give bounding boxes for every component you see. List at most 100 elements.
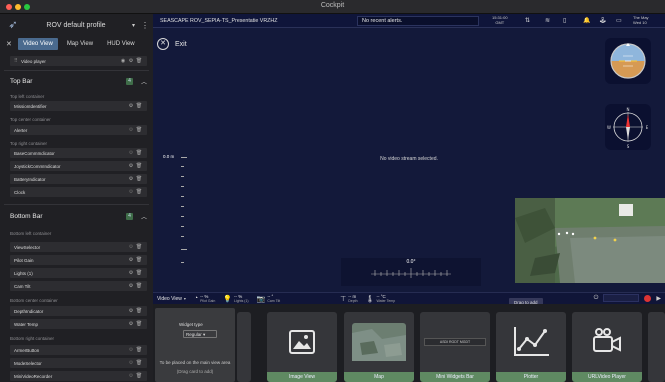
chevron-down-icon[interactable]: ▾: [184, 296, 186, 301]
add-widget-badge[interactable]: 4: [125, 77, 133, 85]
gear-icon[interactable]: ⚙: [127, 270, 135, 276]
list-item[interactable]: JoystickCommIndicator ⚙ 🗑: [10, 161, 147, 171]
widget-type-select[interactable]: Regular ▾: [183, 330, 217, 338]
mini-widgets-bar: ASDI RGDT MGDT: [424, 338, 486, 346]
mode-selector[interactable]: [603, 294, 640, 302]
widget-card-url-video-player[interactable]: URLVideo Player: [572, 312, 642, 382]
trash-icon[interactable]: 🗑: [135, 257, 143, 263]
trash-icon[interactable]: 🗑: [135, 308, 143, 314]
widget-card-image-view[interactable]: Image View: [267, 312, 337, 382]
trash-icon[interactable]: 🗑: [135, 373, 143, 379]
list-item[interactable]: ⠿ Video player ◉ ⚙ 🗑: [10, 56, 147, 66]
view-selector[interactable]: Video View: [157, 296, 182, 302]
more-options-icon[interactable]: ⋮: [141, 21, 149, 30]
trash-icon[interactable]: 🗑: [135, 283, 143, 289]
gear-icon[interactable]: ⚙: [127, 360, 135, 366]
section-top-bar[interactable]: Top Bar 4 ︿: [10, 75, 147, 87]
list-item[interactable]: Clock ⚙ 🗑: [10, 187, 147, 197]
sidebar-header: ➶ ROV default profile ▾ ⋮: [0, 14, 153, 36]
compass[interactable]: N S W E: [605, 104, 651, 150]
widget-card-map[interactable]: Map: [344, 312, 414, 382]
gear-icon[interactable]: ⚙: [127, 321, 135, 327]
chevron-up-icon[interactable]: ︿: [141, 77, 147, 86]
record-button[interactable]: [644, 294, 652, 302]
bell-icon[interactable]: 🔔: [583, 17, 590, 24]
gear-icon[interactable]: ⚙: [127, 58, 135, 64]
add-widget-badge[interactable]: 4: [125, 212, 133, 220]
gear-icon[interactable]: ⚙: [127, 244, 135, 250]
drag-handle-icon[interactable]: ⠿: [14, 58, 21, 64]
widget-card-partial[interactable]: [648, 312, 665, 382]
arm-icon[interactable]: ⏻: [594, 295, 599, 302]
gear-icon[interactable]: ⚙: [127, 283, 135, 289]
mini-map-widget[interactable]: [515, 198, 665, 283]
main-view: SEASCAPE ROV_SEPIA-TS_Presentatie VRZHZ …: [153, 14, 665, 382]
trash-icon[interactable]: 🗑: [135, 176, 143, 182]
gear-icon[interactable]: ⚙: [127, 308, 135, 314]
chevron-up-icon[interactable]: ︿: [141, 212, 147, 221]
chevron-down-icon[interactable]: ▾: [132, 22, 135, 29]
trash-icon[interactable]: 🗑: [135, 150, 143, 156]
mini-widget-cam-tilt[interactable]: 📷 -- ° Cam Tilt: [257, 294, 281, 303]
scale-tick: [181, 226, 184, 227]
gear-icon[interactable]: ⚙: [127, 163, 135, 169]
widget-card-mini-widgets-bar[interactable]: ASDI RGDT MGDT Mini Widgets Bar: [420, 312, 490, 382]
section-bottom-bar[interactable]: Bottom Bar 4 ︿: [10, 210, 147, 222]
trash-icon[interactable]: 🗑: [135, 127, 143, 133]
list-item[interactable]: MiniVideoRecorder ⚙ 🗑: [10, 371, 147, 381]
video-icon[interactable]: ▶: [656, 295, 661, 302]
list-item[interactable]: ViewSelector ⚙ 🗑: [10, 242, 147, 252]
mini-widget-water-temp[interactable]: 🌡 -- °C Water Temp: [366, 294, 396, 303]
mini-widget-pilot-gain[interactable]: ◔ -- % Pilot Gain: [194, 294, 215, 303]
tab-hud-view[interactable]: HUD View: [102, 38, 140, 50]
list-item[interactable]: ModeSelector ⚙ 🗑: [10, 358, 147, 368]
container-label: Top right container: [10, 141, 48, 146]
trash-icon[interactable]: 🗑: [135, 321, 143, 327]
list-item[interactable]: Lights (1) ⚙ 🗑: [10, 268, 147, 278]
alerter[interactable]: No recent alerts.: [357, 16, 479, 26]
tab-map-view[interactable]: Map View: [62, 38, 98, 50]
gear-icon[interactable]: ⚙: [127, 347, 135, 353]
trash-icon[interactable]: 🗑: [135, 189, 143, 195]
gear-icon[interactable]: ⚙: [127, 127, 135, 133]
list-item[interactable]: ArmerButton ⚙ 🗑: [10, 345, 147, 355]
tab-video-view[interactable]: Video View: [18, 38, 58, 50]
trash-icon[interactable]: 🗑: [135, 347, 143, 353]
container-label: Top center container: [10, 117, 51, 122]
eye-icon[interactable]: ◉: [119, 58, 127, 64]
close-icon[interactable]: ✕: [6, 40, 14, 48]
list-item[interactable]: Pilot Gain ⚙ 🗑: [10, 255, 147, 265]
list-item[interactable]: MissionIdentifier ⚙ 🗑: [10, 101, 147, 111]
gear-icon[interactable]: ⚙: [127, 103, 135, 109]
mission-identifier[interactable]: SEASCAPE ROV_SEPIA-TS_Presentatie VRZHZ: [160, 18, 277, 24]
gear-icon[interactable]: ⚙: [127, 189, 135, 195]
divider: [4, 204, 149, 205]
list-item[interactable]: DepthIndicator ⚙ 🗑: [10, 306, 147, 316]
mini-widget-lights[interactable]: 💡 -- % Lights (1): [223, 294, 248, 303]
svg-text:S: S: [627, 144, 630, 149]
gear-icon[interactable]: ⚙: [127, 257, 135, 263]
trash-icon[interactable]: 🗑: [135, 270, 143, 276]
heading-indicator: 0.0°: [341, 258, 481, 286]
list-item[interactable]: BatteryIndicator ⚙ 🗑: [10, 174, 147, 184]
list-item[interactable]: Cam Tilt ⚙ 🗑: [10, 281, 147, 291]
joystick-icon: 🕹: [599, 18, 607, 24]
list-item[interactable]: BaseCommIndicator ⚙ 🗑: [10, 148, 147, 158]
mini-widget-depth[interactable]: ⊤ -- m Depth: [340, 294, 357, 303]
top-bar: SEASCAPE ROV_SEPIA-TS_Presentatie VRZHZ …: [153, 14, 665, 28]
attitude-indicator[interactable]: [605, 38, 651, 84]
list-item[interactable]: Alerter ⚙ 🗑: [10, 125, 147, 135]
trash-icon[interactable]: 🗑: [135, 163, 143, 169]
trash-icon[interactable]: 🗑: [135, 103, 143, 109]
trash-icon[interactable]: 🗑: [135, 360, 143, 366]
trash-icon[interactable]: 🗑: [135, 58, 143, 64]
gear-icon[interactable]: ⚙: [127, 176, 135, 182]
widget-card-plotter[interactable]: Plotter: [496, 312, 566, 382]
gear-icon[interactable]: ⚙: [127, 150, 135, 156]
trash-icon[interactable]: 🗑: [135, 244, 143, 250]
widget-card-partial[interactable]: [237, 312, 251, 382]
exit-edit-button[interactable]: ✕ Exit: [157, 38, 187, 50]
gear-icon[interactable]: ⚙: [127, 373, 135, 379]
list-item[interactable]: Water Temp ⚙ 🗑: [10, 319, 147, 329]
profile-selector[interactable]: ROV default profile: [26, 22, 126, 29]
